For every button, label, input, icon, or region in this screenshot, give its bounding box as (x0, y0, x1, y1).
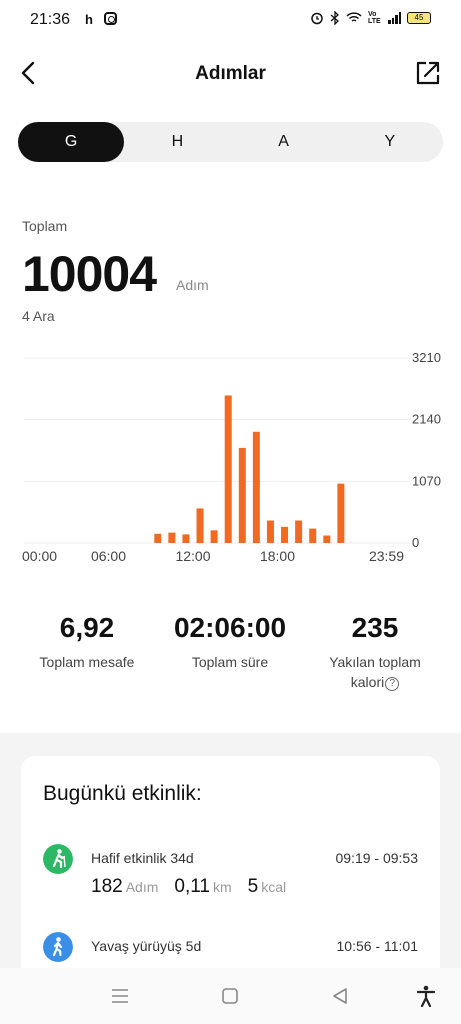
calories-label-line1: Yakılan toplam (329, 654, 421, 670)
chart-bar (196, 508, 204, 543)
activity-calories-unit: kcal (261, 879, 287, 895)
activity-metrics: 182 Adım 0,11 km 5 kcal (91, 876, 302, 898)
activity-card: Bugünkü etkinlik: Hafif etkinlik 34d 09:… (21, 756, 440, 968)
activity-steps: 182 (91, 876, 123, 897)
activity-distance-unit: km (212, 879, 232, 895)
chart-bar (168, 532, 176, 543)
back-icon[interactable] (328, 984, 352, 1008)
chart-bar (210, 530, 218, 543)
x-tick-label: 12:00 (175, 548, 210, 564)
y-tick-label: 1070 (412, 473, 441, 488)
battery-icon: 45 (407, 12, 431, 24)
period-selector: G H A Y (18, 122, 443, 162)
menu-icon[interactable] (108, 984, 132, 1008)
activity-time: 09:19 - 09:53 (335, 850, 418, 866)
activity-item[interactable]: Yavaş yürüyüş 5d 10:56 - 11:01 (21, 932, 440, 968)
accessibility-icon[interactable] (414, 984, 438, 1008)
y-tick-label: 2140 (412, 412, 441, 427)
chart-bar (295, 520, 303, 543)
tab-day[interactable]: G (18, 122, 125, 162)
page-title: Adımlar (195, 63, 266, 84)
x-tick-label: 23:59 (369, 548, 404, 564)
status-bar: 21:36 h Vo LTE 45 (0, 0, 461, 40)
activity-title: Bugünkü etkinlik: (43, 782, 202, 805)
system-nav-bar (0, 968, 461, 1024)
calories-label-line2: kalori (350, 674, 385, 690)
share-icon[interactable] (415, 60, 441, 86)
activity-distance: 0,11 (174, 876, 210, 897)
notification-h-icon: h (85, 12, 93, 27)
y-tick-label: 3210 (412, 350, 441, 365)
stat-calories: 235 Yakılan toplam kalori? (310, 612, 440, 692)
alarm-icon (311, 12, 323, 25)
calories-label: Yakılan toplam kalori? (310, 652, 440, 692)
calories-value: 235 (351, 612, 399, 643)
chart-bar (154, 533, 162, 543)
x-tick-label: 18:00 (260, 548, 295, 564)
home-icon[interactable] (218, 984, 242, 1008)
chart-bar (309, 528, 317, 543)
info-icon[interactable]: ? (385, 677, 400, 691)
total-steps-unit: Adım (176, 277, 209, 293)
activity-name: Hafif etkinlik 34d (91, 850, 194, 866)
chart-bar (238, 447, 246, 543)
x-tick-label: 00:00 (22, 548, 57, 564)
activity-name: Yavaş yürüyüş 5d (91, 938, 202, 954)
distance-label: Toplam mesafe (39, 654, 135, 670)
stat-duration: 02:06:00 Toplam süre (160, 612, 300, 672)
stat-distance: 6,92 Toplam mesafe (22, 612, 152, 672)
duration-label: Toplam süre (191, 654, 269, 670)
tab-month[interactable]: A (231, 122, 337, 162)
date-label: 4 Ara (22, 308, 55, 324)
steps-chart[interactable]: 3210 2140 1070 0 00:00 06:00 12:00 18:00 23:59 (0, 340, 461, 580)
signal-icon (388, 12, 401, 24)
wifi-icon (346, 12, 362, 22)
chart-bar (337, 483, 345, 543)
tab-week[interactable]: H (124, 122, 230, 162)
instagram-icon (104, 12, 117, 25)
walking-light-icon (43, 844, 73, 874)
chart-bar (182, 534, 190, 543)
bluetooth-icon (330, 11, 339, 25)
activity-calories: 5 (247, 876, 259, 897)
distance-value: 6,92 (59, 612, 115, 643)
stats-row: 6,92 Toplam mesafe 02:06:00 Toplam süre … (0, 612, 461, 702)
activity-item[interactable]: Hafif etkinlik 34d 09:19 - 09:53 182 Adım… (21, 844, 440, 904)
y-tick-label: 0 (412, 535, 419, 550)
walking-slow-icon (43, 932, 73, 962)
chart-bar (323, 535, 331, 543)
status-time: 21:36 (30, 11, 71, 28)
x-tick-label: 06:00 (91, 548, 126, 564)
chart-bar (252, 431, 260, 543)
activity-time: 10:56 - 11:01 (336, 938, 418, 954)
duration-value: 02:06:00 (173, 612, 287, 643)
tab-year[interactable]: Y (337, 122, 443, 162)
status-icons: Vo LTE 45 (310, 11, 431, 25)
header: Adımlar (0, 50, 461, 96)
total-steps-value: 10004 (22, 246, 157, 302)
chart-bar (224, 395, 232, 543)
activity-steps-unit: Adım (125, 879, 159, 895)
total-label: Toplam (22, 218, 68, 234)
steps-chart-svg: 3210 2140 1070 0 00:00 06:00 12:00 18:00 23:59 (22, 350, 441, 564)
chart-bar (281, 526, 289, 543)
volte-icon: Vo LTE (368, 11, 381, 25)
chart-bar (266, 520, 274, 543)
